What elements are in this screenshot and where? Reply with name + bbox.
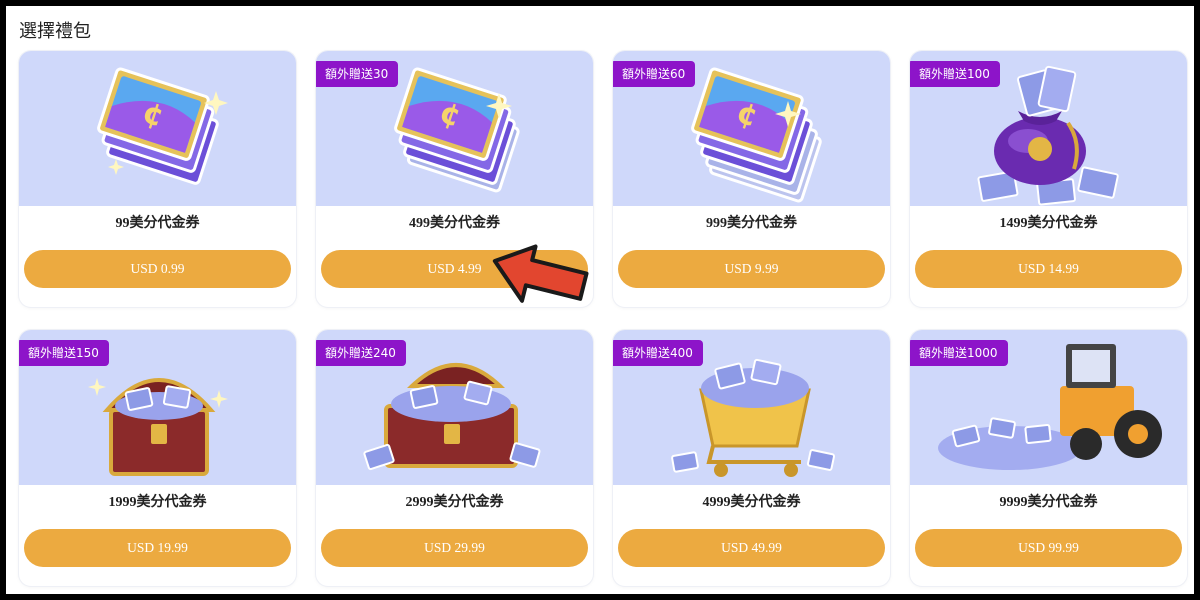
package-name: 2999美分代金券 bbox=[405, 495, 504, 510]
package-card-7[interactable]: 額外贈送1000 9999美分代金券 USD 99.99 bbox=[910, 330, 1187, 586]
package-name: 9999美分代金券 bbox=[999, 495, 1098, 510]
package-image: ¢ bbox=[19, 51, 296, 206]
bonus-badge: 額外贈送150 bbox=[19, 340, 109, 366]
page-title: 選擇禮包 bbox=[19, 21, 91, 42]
pointer-arrow-icon bbox=[492, 244, 589, 303]
package-card-0[interactable]: ¢ 99美分代金券 USD 0.99 bbox=[19, 51, 296, 307]
buy-button[interactable]: USD 99.99 bbox=[915, 529, 1182, 567]
package-image: 額外贈送400 bbox=[613, 330, 890, 485]
coupon-stack-icon: ¢ bbox=[97, 67, 228, 185]
bonus-badge: 額外贈送1000 bbox=[910, 340, 1008, 366]
package-image: ¢ 額外贈送30 bbox=[316, 51, 593, 206]
package-name: 1499美分代金券 bbox=[999, 216, 1098, 231]
package-name: 999美分代金券 bbox=[706, 216, 797, 231]
package-name: 1999美分代金券 bbox=[108, 495, 207, 510]
package-card-5[interactable]: 額外贈送240 2999美分代金券 USD 29.99 bbox=[316, 330, 593, 586]
package-name: 4999美分代金券 bbox=[702, 495, 801, 510]
buy-button[interactable]: USD 29.99 bbox=[321, 529, 588, 567]
bonus-badge: 額外贈送100 bbox=[910, 61, 1000, 87]
package-image: ¢ 額外贈送60 bbox=[613, 51, 890, 206]
package-name: 499美分代金券 bbox=[409, 216, 500, 231]
package-card-4[interactable]: 額外贈送150 1999美分代金券 USD 19.99 bbox=[19, 330, 296, 586]
package-selection-panel: 選擇禮包 ¢ 99美分代金券 USD 0.99 ¢ 額外贈送30 499美分代金… bbox=[6, 6, 1194, 594]
package-image: 額外贈送100 bbox=[910, 51, 1187, 206]
bonus-badge: 額外贈送60 bbox=[613, 61, 696, 87]
buy-button[interactable]: USD 9.99 bbox=[618, 250, 885, 288]
bonus-badge: 額外贈送400 bbox=[613, 340, 703, 366]
buy-button[interactable]: USD 49.99 bbox=[618, 529, 885, 567]
buy-button[interactable]: USD 14.99 bbox=[915, 250, 1182, 288]
package-name: 99美分代金券 bbox=[115, 216, 200, 231]
package-card-3[interactable]: 額外贈送100 1499美分代金券 USD 14.99 bbox=[910, 51, 1187, 307]
package-image: 額外贈送240 bbox=[316, 330, 593, 485]
package-card-2[interactable]: ¢ 額外贈送60 999美分代金券 USD 9.99 bbox=[613, 51, 890, 307]
buy-button[interactable]: USD 0.99 bbox=[24, 250, 291, 288]
buy-button[interactable]: USD 19.99 bbox=[24, 529, 291, 567]
package-image: 額外贈送150 bbox=[19, 330, 296, 485]
package-image: 額外贈送1000 bbox=[910, 330, 1187, 485]
bonus-badge: 額外贈送30 bbox=[316, 61, 399, 87]
package-card-6[interactable]: 額外贈送400 4999美分代金券 USD 49.99 bbox=[613, 330, 890, 586]
bonus-badge: 額外贈送240 bbox=[316, 340, 406, 366]
